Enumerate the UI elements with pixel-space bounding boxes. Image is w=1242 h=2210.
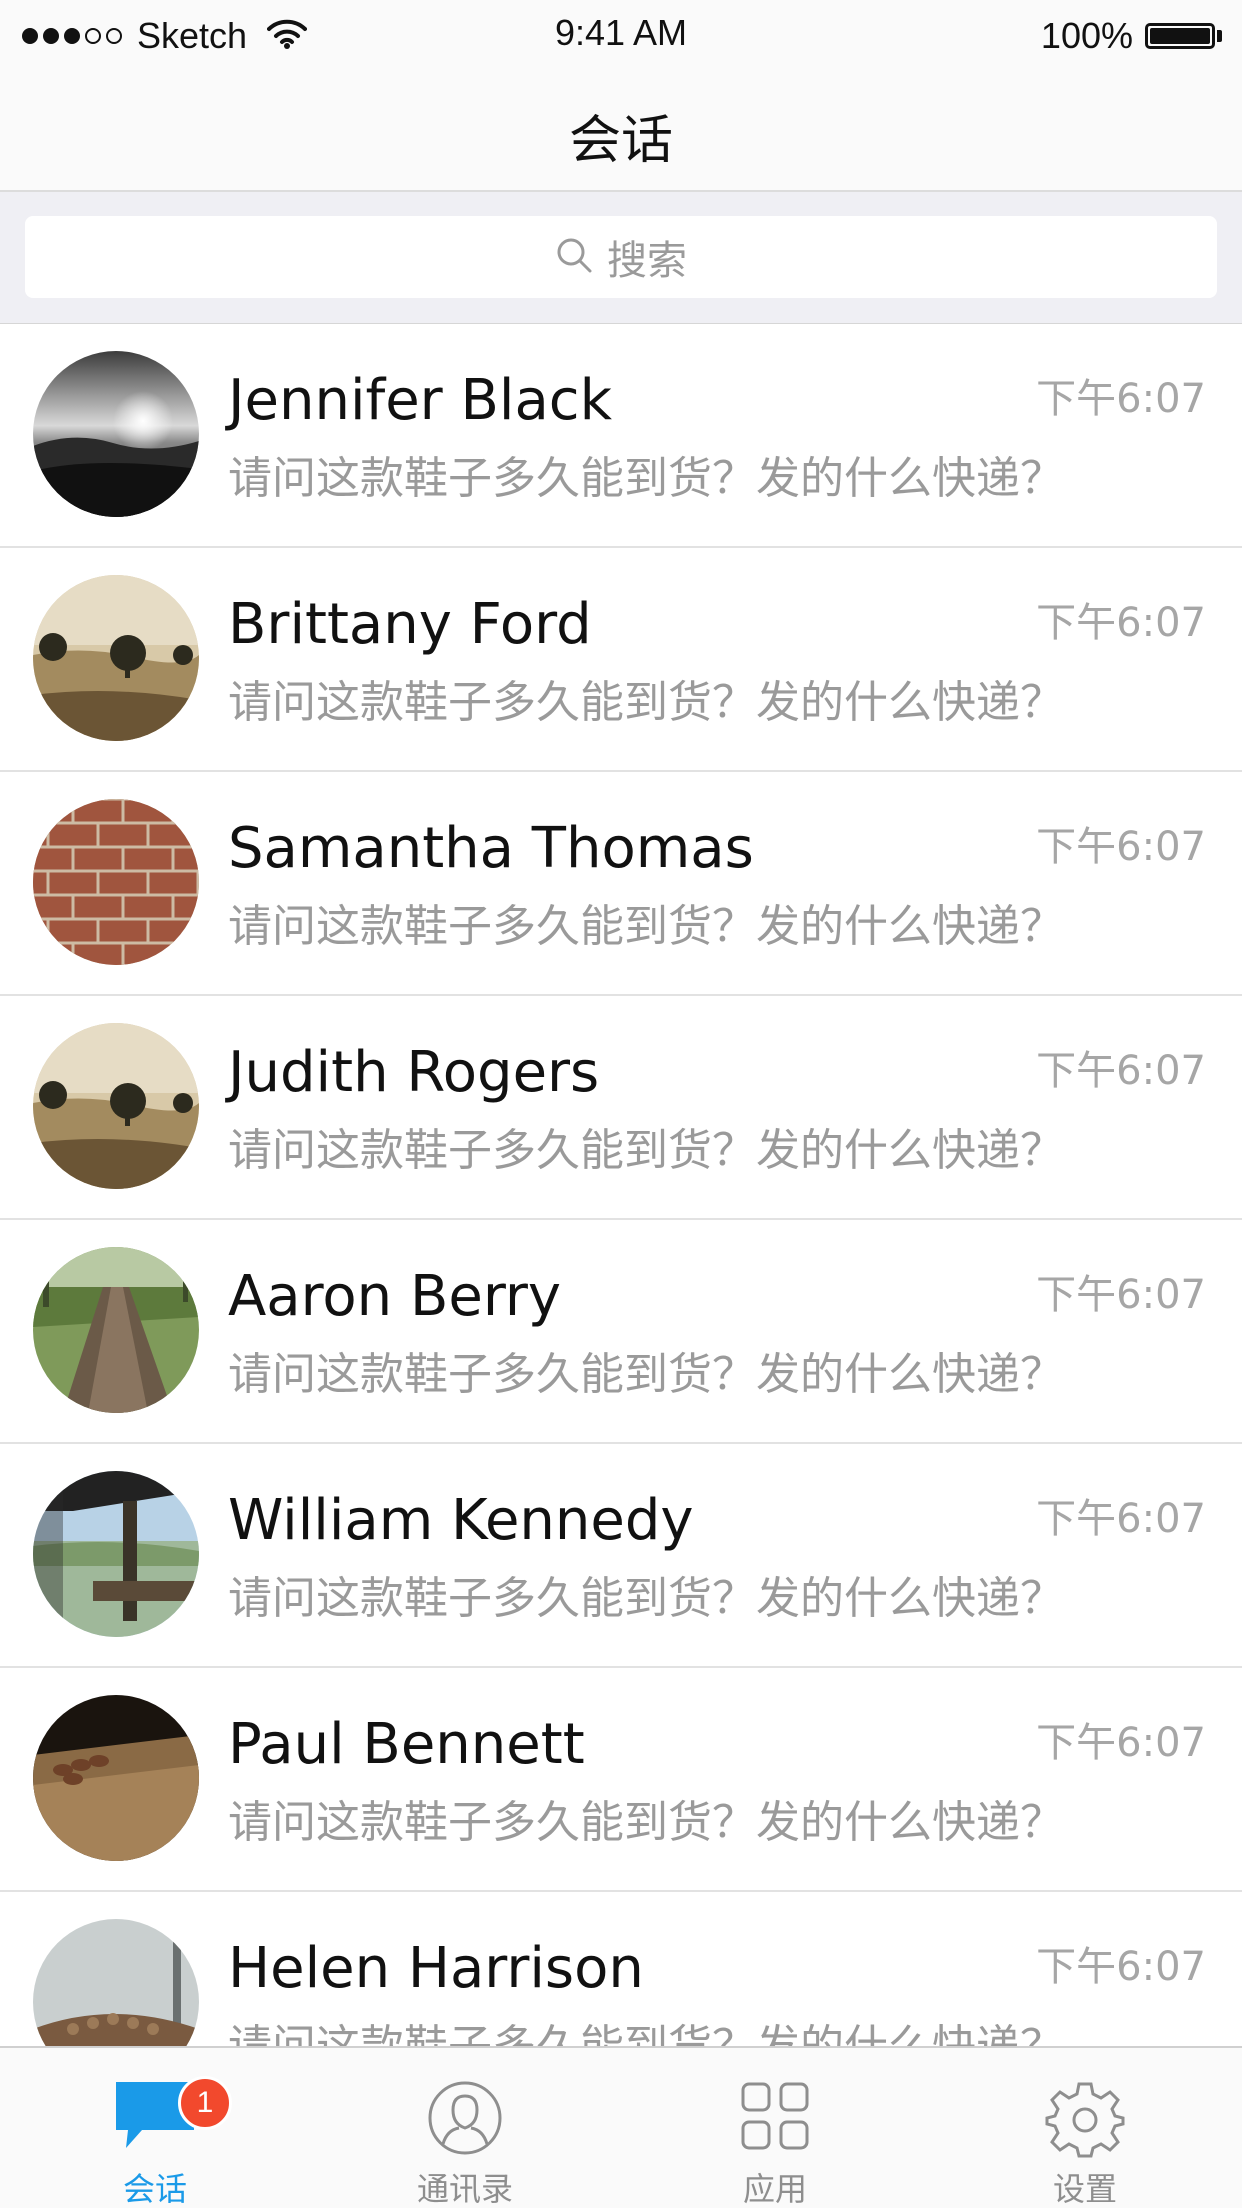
search-input[interactable]: 搜索 bbox=[25, 216, 1217, 298]
tab-settings[interactable]: 设置 bbox=[930, 2048, 1240, 2208]
tab-contacts[interactable]: 通讯录 bbox=[310, 2048, 620, 2208]
avatar[interactable] bbox=[33, 1023, 199, 1189]
battery-indicator: 100% bbox=[1041, 14, 1222, 58]
page-title: 会话 bbox=[568, 111, 673, 171]
search-area: 搜索 bbox=[0, 192, 1242, 324]
search-icon bbox=[555, 236, 593, 278]
conversation-item[interactable]: Aaron Berry 下午6:07 请问这款鞋子多久能到货？发的什么快递？ bbox=[0, 1220, 1242, 1444]
battery-tip bbox=[1217, 30, 1222, 42]
settings-gear-icon bbox=[930, 2078, 1240, 2168]
message-preview: 请问这款鞋子多久能到货？发的什么快递？ bbox=[228, 901, 1064, 952]
conversation-item[interactable]: Brittany Ford 下午6:07 请问这款鞋子多久能到货？发的什么快递？ bbox=[0, 548, 1242, 772]
contact-name: Jennifer Black bbox=[228, 368, 613, 433]
message-preview: 请问这款鞋子多久能到货？发的什么快递？ bbox=[228, 1797, 1064, 1848]
message-preview: 请问这款鞋子多久能到货？发的什么快递？ bbox=[228, 2010, 1064, 2046]
avatar[interactable] bbox=[33, 1247, 199, 1413]
tab-bar: 1 会话 通讯录 应用 设置 bbox=[0, 2046, 1242, 2208]
tab-label: 设置 bbox=[1052, 2170, 1117, 2208]
message-time: 下午6:07 bbox=[1036, 1496, 1206, 1542]
message-preview: 请问这款鞋子多久能到货？发的什么快递？ bbox=[228, 1349, 1064, 1400]
message-preview: 请问这款鞋子多久能到货？发的什么快递？ bbox=[228, 677, 1064, 728]
message-preview: 请问这款鞋子多久能到货？发的什么快递？ bbox=[228, 453, 1064, 504]
tab-apps[interactable]: 应用 bbox=[620, 2048, 930, 2208]
message-preview: 请问这款鞋子多久能到货？发的什么快递？ bbox=[228, 1573, 1064, 1624]
avatar[interactable] bbox=[33, 1919, 199, 2046]
message-time: 下午6:07 bbox=[1036, 1720, 1206, 1766]
message-time: 下午6:07 bbox=[1036, 1944, 1206, 1990]
contact-name: William Kennedy bbox=[228, 1488, 694, 1553]
message-time: 下午6:07 bbox=[1036, 824, 1206, 870]
apps-grid-icon bbox=[620, 2078, 930, 2168]
avatar[interactable] bbox=[33, 351, 199, 517]
message-time: 下午6:07 bbox=[1036, 1272, 1206, 1318]
contact-name: Helen Harrison bbox=[228, 1936, 644, 2001]
contacts-icon bbox=[310, 2078, 620, 2168]
conversation-item[interactable]: Jennifer Black 下午6:07 请问这款鞋子多久能到货？发的什么快递… bbox=[0, 324, 1242, 548]
navigation-bar: 会话 bbox=[0, 70, 1242, 192]
battery-percent: 100% bbox=[1040, 15, 1133, 56]
battery-icon bbox=[1145, 23, 1215, 49]
conversation-item[interactable]: Samantha Thomas 下午6:07 请问这款鞋子多久能到货？发的什么快… bbox=[0, 772, 1242, 996]
tab-conversations[interactable]: 1 会话 bbox=[0, 2048, 310, 2208]
message-time: 下午6:07 bbox=[1036, 376, 1206, 422]
avatar[interactable] bbox=[33, 1695, 199, 1861]
conversation-list[interactable]: Jennifer Black 下午6:07 请问这款鞋子多久能到货？发的什么快递… bbox=[0, 324, 1242, 2046]
tab-label: 通讯录 bbox=[416, 2170, 513, 2208]
status-bar: Sketch 9:41 AM 100% bbox=[0, 0, 1242, 70]
conversation-item[interactable]: William Kennedy 下午6:07 请问这款鞋子多久能到货？发的什么快… bbox=[0, 1444, 1242, 1668]
conversation-item[interactable]: Helen Harrison 下午6:07 请问这款鞋子多久能到货？发的什么快递… bbox=[0, 1892, 1242, 2046]
contact-name: Samantha Thomas bbox=[228, 816, 754, 881]
avatar[interactable] bbox=[33, 575, 199, 741]
message-time: 下午6:07 bbox=[1036, 1048, 1206, 1094]
contact-name: Judith Rogers bbox=[228, 1040, 600, 1105]
contact-name: Aaron Berry bbox=[228, 1264, 562, 1329]
chat-bubble-icon bbox=[0, 2078, 310, 2168]
avatar[interactable] bbox=[33, 1471, 199, 1637]
search-placeholder: 搜索 bbox=[607, 238, 687, 284]
avatar[interactable] bbox=[33, 799, 199, 965]
contact-name: Brittany Ford bbox=[228, 592, 592, 657]
message-time: 下午6:07 bbox=[1036, 600, 1206, 646]
tab-label: 应用 bbox=[742, 2170, 807, 2208]
unread-badge: 1 bbox=[178, 2076, 232, 2130]
contact-name: Paul Bennett bbox=[228, 1712, 585, 1777]
message-preview: 请问这款鞋子多久能到货？发的什么快递？ bbox=[228, 1125, 1064, 1176]
tab-label: 会话 bbox=[122, 2170, 187, 2208]
conversation-item[interactable]: Paul Bennett 下午6:07 请问这款鞋子多久能到货？发的什么快递？ bbox=[0, 1668, 1242, 1892]
conversation-item[interactable]: Judith Rogers 下午6:07 请问这款鞋子多久能到货？发的什么快递？ bbox=[0, 996, 1242, 1220]
